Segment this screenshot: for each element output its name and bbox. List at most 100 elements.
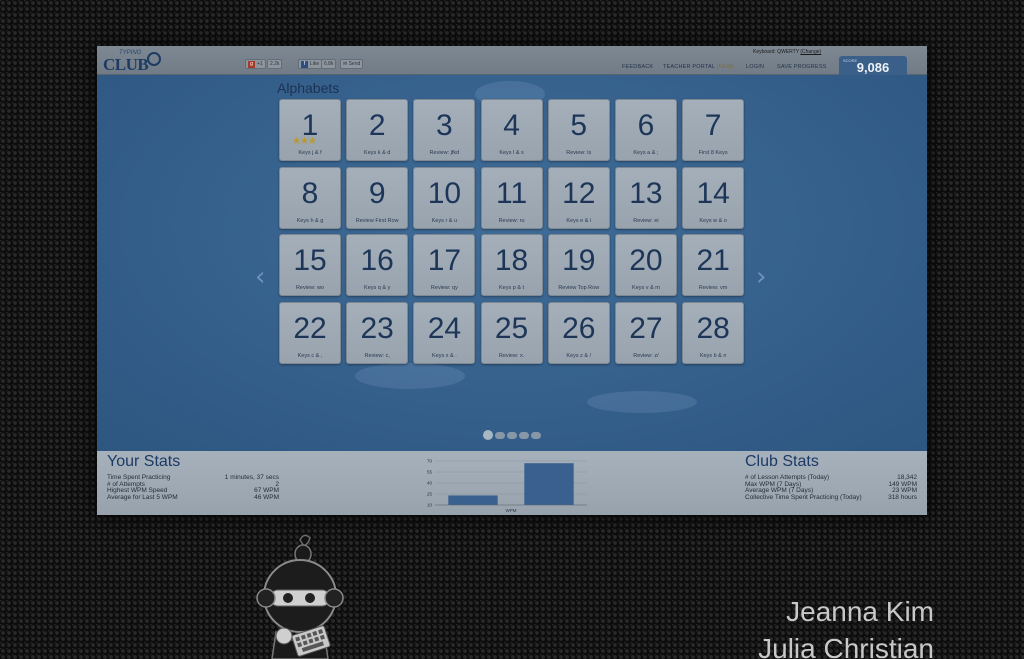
lesson-tile[interactable]: 18 Keys p & t	[480, 234, 543, 297]
lesson-label: Keys q & y	[364, 285, 391, 292]
lesson-tile[interactable]: 3 Review: jfkd	[413, 99, 476, 161]
lesson-number: 26	[562, 311, 596, 345]
lesson-tile[interactable]: 20 Keys v & m	[614, 234, 677, 297]
lesson-number: 6	[637, 109, 655, 142]
club-stats-list: # of Lesson Attempts (Today) 18,342 Max W…	[745, 474, 917, 501]
lesson-label: Review: wo	[295, 285, 325, 292]
chart-tick-label: 40	[427, 481, 433, 486]
lesson-label: Keys x & .	[431, 352, 457, 359]
facebook-like-button[interactable]: f Like	[298, 59, 323, 69]
lesson-tile[interactable]: 9 Review First Row	[346, 166, 409, 229]
lesson-tile[interactable]: 28 Keys b & n	[682, 301, 745, 364]
chart-tick-label: 70	[427, 459, 433, 464]
gplus-button[interactable]: g +1	[245, 59, 266, 69]
lesson-tile[interactable]: 21 Review: vm	[682, 234, 745, 297]
cloud-decoration	[355, 363, 465, 389]
page-dot[interactable]	[483, 430, 493, 440]
lesson-label: Keys l & s	[499, 150, 524, 156]
lesson-label: Review: jfkd	[429, 150, 460, 156]
lesson-tile[interactable]: 14 Keys w & o	[682, 166, 745, 229]
lesson-tile[interactable]: 11 Review: ru	[480, 166, 543, 229]
nav-save-progress[interactable]: SAVE PROGRESS	[777, 64, 827, 70]
lesson-number: 14	[696, 176, 730, 210]
lesson-tile[interactable]: 27 Review: z/	[614, 301, 677, 364]
lesson-number: 17	[427, 244, 462, 278]
lesson-number: 23	[360, 311, 394, 345]
ninja-mascot-icon	[256, 534, 344, 659]
change-keyboard-link[interactable]: (Change)	[800, 49, 821, 55]
prev-page-arrow[interactable]: ‹	[255, 262, 265, 292]
keyboard-layout: Keyboard: QWERTY	[753, 49, 799, 55]
stat-value: 318 hours	[888, 493, 917, 501]
lesson-tile[interactable]: 23 Review: c,	[346, 301, 409, 364]
page-dot[interactable]	[507, 431, 517, 439]
lesson-tile[interactable]: 17 Review: qy	[413, 234, 476, 297]
lesson-tile[interactable]: 6 Keys a & ;	[614, 99, 677, 161]
facebook-send-button[interactable]: ✉ Send	[340, 59, 364, 69]
lesson-number: 10	[427, 176, 462, 210]
lesson-tile[interactable]: 4 Keys l & s	[480, 99, 543, 161]
nav-login[interactable]: LOGIN	[746, 64, 764, 70]
lesson-tile[interactable]: 25 Review: x.	[480, 301, 543, 364]
lesson-label: Review: z/	[633, 352, 659, 359]
lesson-number: 27	[629, 311, 663, 345]
credit-name: Julia Christian	[758, 633, 934, 659]
lesson-label: Review First Row	[355, 217, 399, 224]
stat-label: Collective Time Spent Practicing (Today)	[745, 493, 862, 501]
lesson-number: 16	[360, 244, 394, 278]
lesson-label: Keys r & u	[431, 217, 458, 224]
lesson-tile[interactable]: 16 Keys q & y	[346, 234, 409, 297]
lesson-tile[interactable]: 8 Keys h & g	[279, 166, 341, 229]
send-label: Send	[348, 61, 361, 67]
new-badge: (NEW)	[716, 64, 735, 70]
lesson-label: Keys w & o	[699, 217, 727, 224]
next-page-arrow[interactable]: ›	[756, 262, 766, 292]
google-plus-icon: g	[248, 61, 255, 68]
top-bar: TYPING CLUB g +1 2.2k f Like 6.8k ✉ Send K…	[97, 46, 927, 78]
lesson-tile[interactable]: 22 Keys c & ,	[279, 301, 341, 364]
lesson-tile[interactable]: 2 Keys k & d	[346, 99, 409, 161]
nav-feedback[interactable]: FEEDBACK	[622, 64, 653, 70]
logo-main-text: CLUB	[103, 55, 149, 74]
lesson-tile[interactable]: 13 Review: ei	[614, 166, 677, 229]
lesson-number: 25	[494, 311, 529, 345]
lesson-number: 21	[696, 244, 730, 278]
chart-bar	[524, 463, 574, 505]
page-dot[interactable]	[495, 431, 505, 439]
lesson-tile[interactable]: 19 Review Top Row	[547, 234, 610, 297]
lesson-number: 3	[436, 109, 453, 142]
lesson-tile[interactable]: 10 Keys r & u	[413, 166, 476, 229]
section-title: Alphabets	[277, 80, 340, 96]
lesson-label: Keys k & d	[364, 150, 391, 156]
lesson-label: Keys h & g	[296, 217, 324, 224]
lesson-tile[interactable]: 26 Keys z & /	[547, 301, 610, 364]
gplus-count: 2.2k	[267, 59, 283, 69]
page-dot[interactable]	[531, 431, 541, 439]
lesson-label: Keys v & m	[632, 285, 660, 292]
lesson-tile[interactable]: 24 Keys x & .	[413, 301, 476, 364]
chart-tick-label: 25	[427, 492, 433, 497]
lesson-tile[interactable]: 7 First 8 Keys	[682, 99, 745, 161]
lesson-tile[interactable]: 1 ★★★ Keys j & f	[279, 99, 341, 161]
lesson-label: Keys z & /	[566, 352, 592, 359]
lesson-tile[interactable]: 15 Review: wo	[279, 234, 341, 297]
your-stats-title: Your Stats	[107, 453, 181, 470]
lesson-number: 11	[495, 176, 528, 210]
lesson-number: 12	[562, 176, 596, 210]
cloud-decoration	[587, 391, 697, 413]
lesson-label: Keys a & ;	[633, 150, 659, 156]
lesson-tile[interactable]: 5 Review: ls	[547, 99, 610, 161]
page-dot[interactable]	[519, 431, 529, 439]
lesson-label: Review: ei	[633, 217, 659, 224]
lesson-label: Review: qy	[430, 285, 458, 292]
lesson-label: Keys p & t	[499, 285, 525, 292]
lesson-number: 15	[293, 244, 327, 278]
nav-teacher-portal[interactable]: TEACHER PORTAL (NEW)	[663, 64, 734, 70]
globe-icon	[147, 52, 161, 66]
lesson-tile[interactable]: 12 Keys e & i	[547, 166, 610, 229]
typingclub-logo[interactable]: TYPING CLUB	[103, 50, 161, 74]
lesson-label: First 8 Keys	[698, 150, 728, 156]
page-indicator	[483, 430, 541, 440]
star-rating-icon: ★★★	[292, 136, 317, 147]
chart-x-axis-label: WPM	[506, 508, 517, 513]
